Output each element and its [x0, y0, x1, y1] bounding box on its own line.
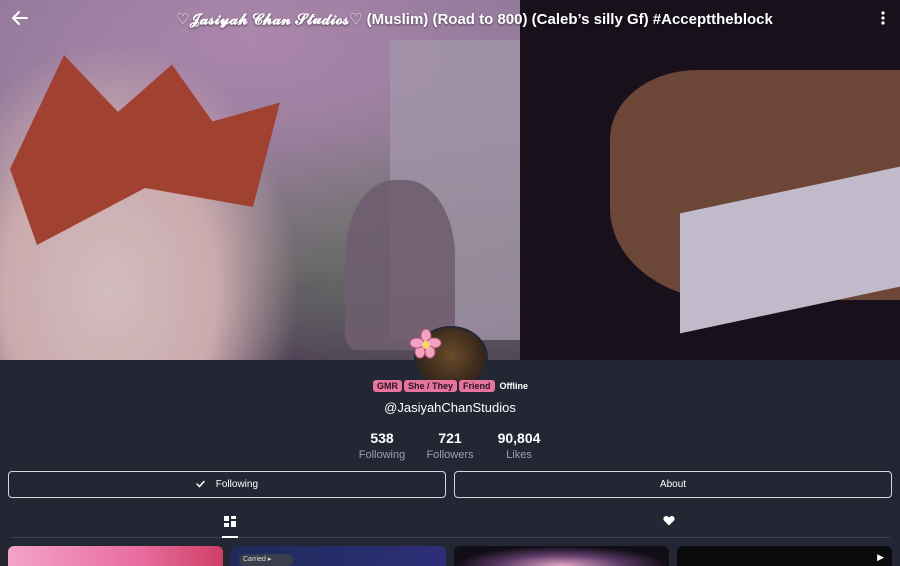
more-options-icon[interactable] [876, 10, 890, 30]
stat-likes[interactable]: 90,804 Likes [474, 430, 564, 461]
tag-gmr: GMR [372, 380, 402, 392]
tag-pronouns: She / They [403, 380, 457, 392]
video-thumbnail-1[interactable] [8, 546, 223, 566]
tab-liked-heart-icon[interactable] [661, 514, 677, 530]
following-button-label: Following [215, 479, 259, 490]
status-label: Offline [499, 381, 529, 391]
profile-banner [0, 0, 900, 360]
video-thumbnail-3[interactable] [454, 546, 669, 566]
thumbnail-pill: Carried ▸ [239, 554, 293, 566]
about-button-label: About [659, 479, 687, 490]
stat-likes-label: Likes [506, 449, 532, 461]
stat-likes-value: 90,804 [497, 430, 541, 446]
tab-divider [10, 537, 890, 538]
about-button[interactable]: About [454, 471, 892, 498]
top-bar: ♡𝓙𝓪𝓼𝓲𝔂𝓪𝓱 𝓒𝓱𝓪𝓷 𝓢𝓽𝓾𝓭𝓲𝓸𝓼♡ (Muslim) (Road to… [0, 0, 900, 40]
tag-friend: Friend [459, 380, 495, 392]
check-icon [196, 479, 208, 490]
profile-title: ♡𝓙𝓪𝓼𝓲𝔂𝓪𝓱 𝓒𝓱𝓪𝓷 𝓢𝓽𝓾𝓭𝓲𝓸𝓼♡ (Muslim) (Road to… [176, 11, 773, 28]
back-arrow-icon[interactable] [10, 8, 30, 30]
video-thumbnail-4[interactable]: ▶ [677, 546, 892, 566]
user-handle: @JasiyahChanStudios [384, 400, 516, 415]
tab-posts-grid-icon[interactable] [224, 516, 236, 527]
active-tab-indicator [222, 536, 238, 538]
following-button[interactable]: Following [8, 471, 446, 498]
avatar-flower-icon [410, 328, 442, 359]
profile-tags: GMR She / They Friend Offline [0, 380, 900, 396]
play-icon: ▶ [877, 552, 884, 562]
video-thumbnail-2[interactable]: Carried ▸ [231, 546, 446, 566]
banner-overlay [0, 0, 900, 360]
